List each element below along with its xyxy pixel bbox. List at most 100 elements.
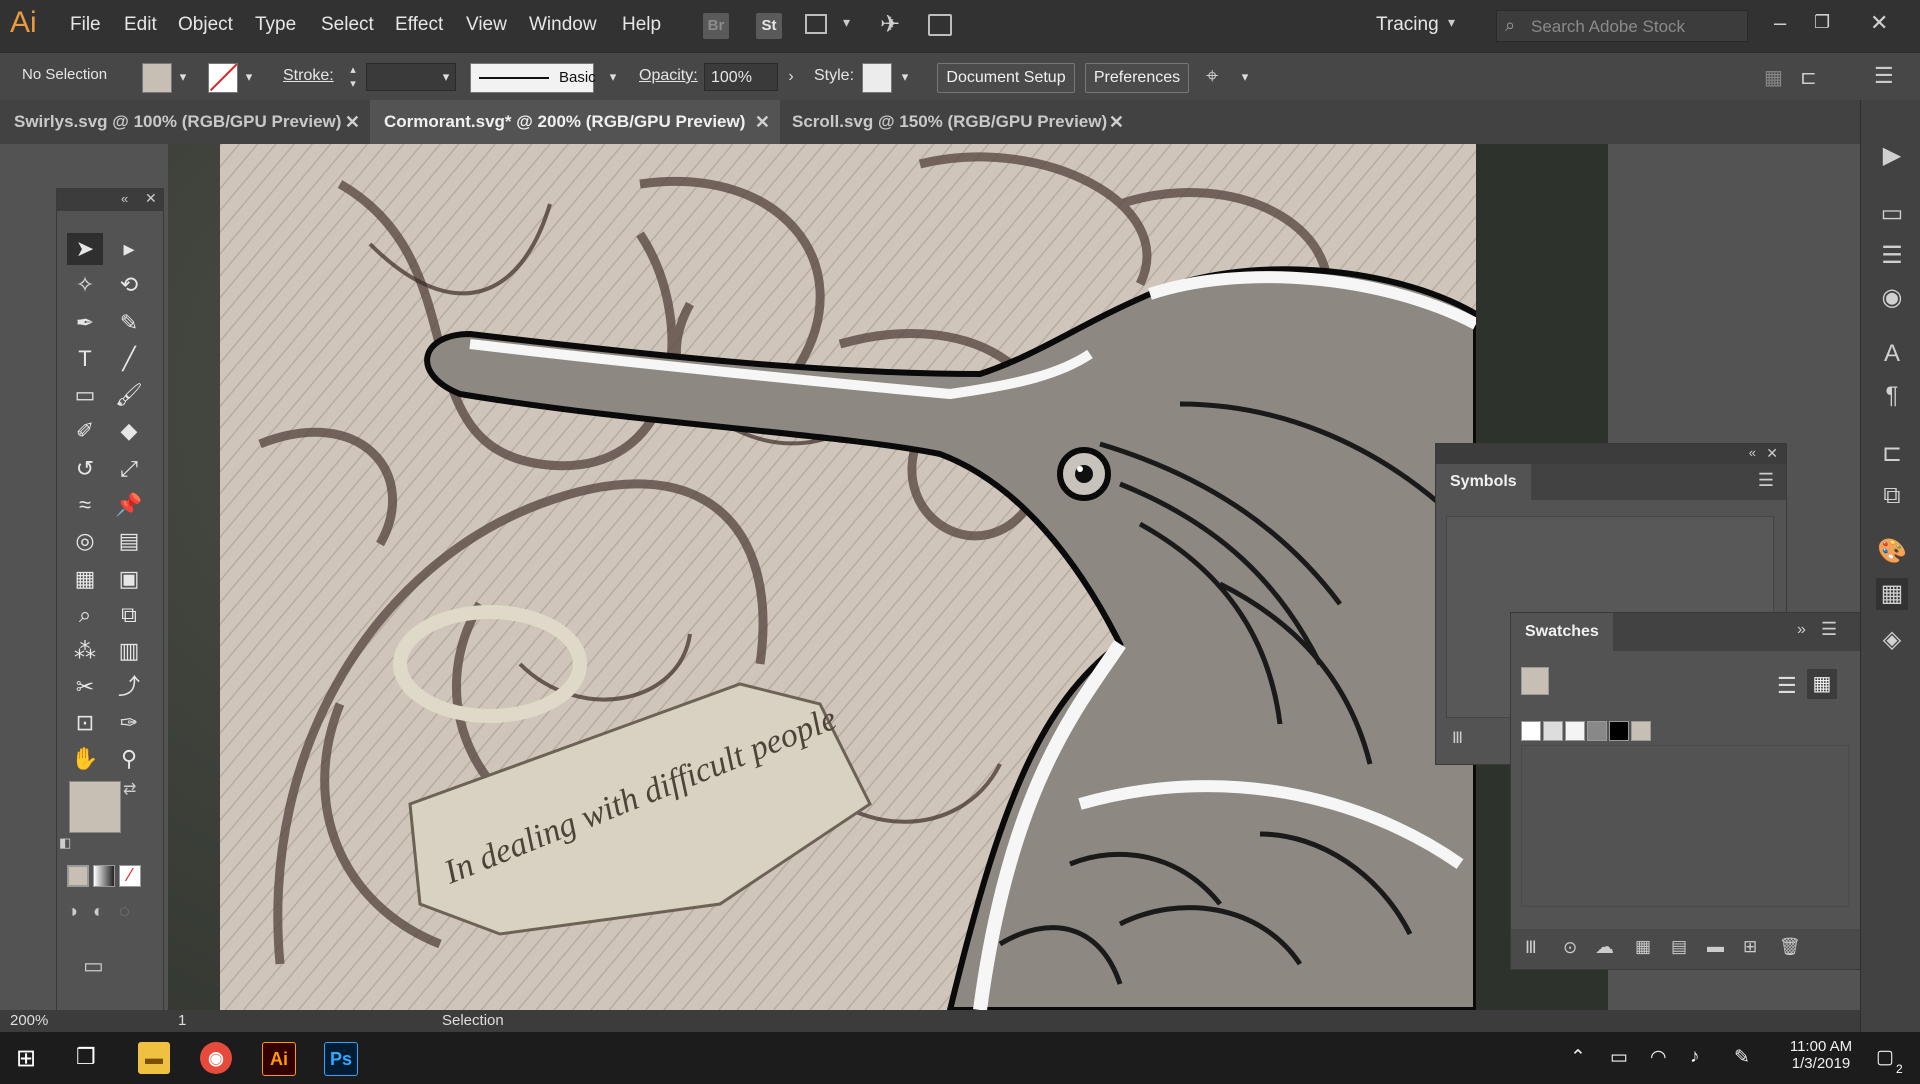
menu-window[interactable]: Window [529, 14, 597, 36]
line-segment-tool-icon[interactable]: ╱ [111, 343, 147, 375]
swatch-black[interactable] [1609, 721, 1629, 741]
lasso-tool-icon[interactable]: ⟲ [111, 269, 147, 301]
wifi-icon[interactable]: ◠ [1650, 1046, 1667, 1069]
menu-file[interactable]: File [70, 14, 101, 36]
stroke-panel-icon[interactable]: ☰ [1876, 240, 1908, 272]
default-colors-icon[interactable]: ◧ [59, 835, 71, 851]
battery-icon[interactable]: ▭ [1610, 1046, 1628, 1069]
menu-edit[interactable]: Edit [124, 14, 157, 36]
opacity-input[interactable]: 100% [704, 63, 778, 91]
blend-tool-icon[interactable]: ⧉ [111, 599, 147, 631]
pen-tool-icon[interactable]: ✒ [67, 307, 103, 339]
gpu-performance-icon[interactable]: ✈ [880, 10, 900, 39]
chevron-right-icon[interactable]: › [780, 63, 802, 91]
hand-tool-icon[interactable]: ✋ [67, 743, 103, 775]
menu-object[interactable]: Object [178, 14, 233, 36]
rotate-tool-icon[interactable]: ↺ [67, 453, 103, 485]
tab-swirlys[interactable]: Swirlys.svg @ 100% (RGB/GPU Preview) ✕ [0, 100, 370, 144]
workspace-switcher[interactable]: Tracing [1376, 14, 1439, 36]
screen-mode-icon[interactable]: ▭ [83, 953, 104, 979]
chevron-down-icon[interactable]: ▾ [238, 63, 260, 91]
swatch-gray[interactable] [1587, 721, 1607, 741]
symbol-sprayer-tool-icon[interactable]: ⁂ [67, 635, 103, 667]
artboard-number[interactable]: 1 [178, 1012, 186, 1029]
control-menu-icon[interactable]: ☰ [1874, 63, 1894, 89]
swatches-dock-icon[interactable]: ▦ [1876, 578, 1908, 610]
notifications-icon[interactable]: ▢ [1876, 1046, 1894, 1069]
actions-icon[interactable]: ▶ [1876, 140, 1908, 172]
shape-builder-tool-icon[interactable]: ◎ [67, 525, 103, 557]
close-icon[interactable]: ✕ [345, 100, 360, 144]
graphic-style-swatch[interactable] [862, 63, 892, 93]
direct-selection-tool-icon[interactable]: ▸ [111, 233, 147, 265]
panel-menu-icon[interactable]: ☰ [1821, 619, 1837, 640]
gradient-panel-icon[interactable]: ▭ [1876, 198, 1908, 230]
swatch-tan[interactable] [1631, 721, 1651, 741]
stroke-label[interactable]: Stroke: [283, 67, 334, 85]
chevron-down-icon[interactable]: ▾ [602, 63, 624, 91]
magic-wand-tool-icon[interactable]: ✧ [67, 269, 103, 301]
fill-swatch[interactable] [142, 63, 172, 93]
layers-icon[interactable]: ◈ [1876, 624, 1908, 656]
symbol-libraries-icon[interactable]: Ⅲ [1452, 728, 1463, 748]
collapse-icon[interactable]: « [121, 191, 128, 206]
artboard-tool-icon[interactable]: ✂ [67, 671, 103, 703]
new-group-icon[interactable]: ▬ [1707, 937, 1724, 957]
document-setup-button[interactable]: Document Setup [937, 63, 1075, 93]
list-view-icon[interactable]: ☰ [1777, 673, 1797, 699]
chrome-icon[interactable]: ◉ [200, 1042, 232, 1074]
eyedropper-tool-icon[interactable]: ⌕ [67, 599, 103, 631]
close-icon[interactable]: ✕ [1109, 100, 1124, 144]
transform-icon[interactable]: ⊏ [1800, 65, 1817, 90]
stroke-swatch[interactable] [208, 63, 238, 93]
swatch-none[interactable] [1521, 721, 1541, 741]
show-kinds-icon[interactable]: ⊙ [1563, 938, 1577, 958]
draw-normal-icon[interactable]: ◑ [67, 901, 78, 922]
artboard-canvas[interactable]: In dealing with difficult people [168, 144, 1608, 1010]
tab-scroll[interactable]: Scroll.svg @ 150% (RGB/GPU Preview) ✕ [778, 100, 1134, 144]
selection-tool-icon[interactable]: ➤ [67, 233, 103, 265]
tab-cormorant[interactable]: Cormorant.svg* @ 200% (RGB/GPU Preview) … [370, 100, 780, 144]
restore-icon[interactable]: ❐ [1814, 12, 1830, 33]
tab-swatches[interactable]: Swatches [1511, 613, 1613, 651]
chevron-down-icon[interactable]: ▾ [1234, 63, 1256, 91]
preferences-button[interactable]: Preferences [1085, 63, 1189, 93]
illustrator-taskbar-icon[interactable]: Ai [262, 1042, 296, 1076]
volume-icon[interactable]: ♪ [1690, 1046, 1700, 1068]
paragraph-icon[interactable]: ¶ [1876, 380, 1908, 412]
mesh-tool-icon[interactable]: ▦ [67, 563, 103, 595]
pathfinder-icon[interactable]: ⧉ [1876, 480, 1908, 512]
bridge-icon[interactable]: Br [703, 13, 729, 39]
swatches-grid[interactable] [1521, 745, 1849, 907]
gradient-tool-icon[interactable]: ▣ [111, 563, 147, 595]
slice-tool-icon[interactable]: ⤴ [111, 671, 147, 703]
align-panel-icon[interactable]: ⊏ [1876, 438, 1908, 470]
delete-icon[interactable]: 🗑 [1779, 937, 1801, 957]
swatch-registration[interactable] [1543, 721, 1563, 741]
character-icon[interactable]: A [1876, 338, 1908, 370]
windows-start-icon[interactable]: ⊞ [16, 1044, 36, 1073]
column-graph-tool-icon[interactable]: ▥ [111, 635, 147, 667]
perspective-grid-tool-icon[interactable]: ▤ [111, 525, 147, 557]
chevron-down-icon[interactable]: ▾ [435, 63, 457, 91]
swatch-libraries-icon[interactable]: Ⅲ [1525, 938, 1537, 958]
gradient-mode-icon[interactable] [93, 865, 115, 887]
swap-colors-icon[interactable]: ⇄ [123, 779, 136, 799]
photoshop-taskbar-icon[interactable]: Ps [324, 1042, 358, 1076]
menu-effect[interactable]: Effect [395, 14, 443, 36]
scale-tool-icon[interactable]: ⤢ [111, 453, 147, 485]
panel-menu-icon[interactable]: ☰ [1758, 470, 1774, 491]
close-icon[interactable]: ✕ [1870, 10, 1888, 36]
zoom-tool-icon[interactable]: ⚲ [111, 743, 147, 775]
align-icon[interactable]: ▦ [1764, 65, 1783, 90]
menu-select[interactable]: Select [321, 14, 374, 36]
minimize-icon[interactable]: – [1774, 10, 1786, 36]
menu-help[interactable]: Help [622, 14, 661, 36]
task-view-icon[interactable]: ❒ [76, 1044, 96, 1070]
chevron-down-icon[interactable]: ▾ [172, 63, 194, 91]
chevron-down-icon[interactable]: ▾ [843, 14, 850, 31]
shaper-tool-icon[interactable]: ✐ [67, 415, 103, 447]
opacity-label[interactable]: Opacity: [639, 67, 698, 85]
search-help-icon[interactable] [928, 14, 952, 36]
select-similar-icon[interactable]: ⌖ [1206, 63, 1218, 89]
